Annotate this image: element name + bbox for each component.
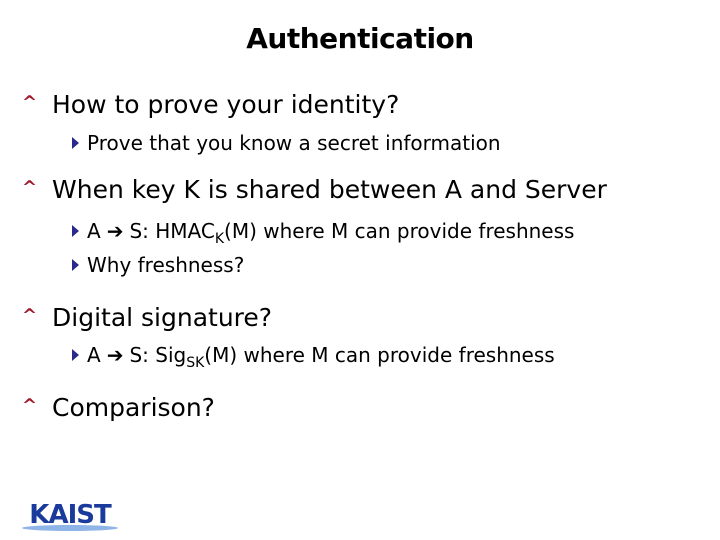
caret-bullet-icon: ^	[22, 305, 38, 326]
right-arrow-icon: ➔	[106, 343, 124, 367]
triangle-bullet-icon	[72, 259, 79, 271]
formula-subscript: K	[214, 231, 225, 247]
caret-bullet-icon: ^	[22, 177, 38, 198]
formula-suffix: (M) where M can provide freshness	[204, 343, 555, 367]
sub-bullet-text: Prove that you know a secret information	[87, 131, 501, 155]
formula-prefix: S: Sig	[129, 343, 187, 367]
sub-bullet-2-2: Why freshness?	[72, 253, 244, 277]
bullet-2: ^ When key K is shared between A and Serv…	[22, 175, 607, 204]
caret-bullet-icon: ^	[22, 395, 38, 416]
sub-bullet-1-1: Prove that you know a secret information	[72, 131, 501, 155]
bullet-3: ^ Digital signature?	[22, 303, 272, 332]
triangle-bullet-icon	[72, 225, 79, 237]
formula-suffix: (M) where M can provide freshness	[224, 219, 575, 243]
slide-title: Authentication	[246, 22, 474, 55]
sub-bullet-3-1: A ➔ S: SigSK(M) where M can provide freshn…	[72, 343, 555, 370]
kaist-logo: KAIST	[22, 500, 118, 531]
sub-bullet-text: Why freshness?	[87, 253, 245, 277]
triangle-bullet-icon	[72, 349, 79, 361]
formula-prefix: S: HMAC	[129, 219, 215, 243]
triangle-bullet-icon	[72, 137, 79, 149]
bullet-text: When key K is shared between A and Serve…	[52, 175, 607, 204]
bullet-text: How to prove your identity?	[52, 90, 400, 119]
sender: A	[87, 219, 101, 243]
right-arrow-icon: ➔	[106, 219, 124, 243]
bullet-4: ^ Comparison?	[22, 393, 215, 422]
sub-bullet-2-1: A ➔ S: HMACK(M) where M can provide freshn…	[72, 219, 575, 246]
bullet-1: ^ How to prove your identity?	[22, 90, 399, 119]
formula-subscript: SK	[186, 355, 205, 371]
caret-bullet-icon: ^	[22, 92, 38, 113]
bullet-text: Comparison?	[52, 393, 215, 422]
bullet-text: Digital signature?	[52, 303, 273, 332]
logo-text: KAIST	[29, 500, 112, 530]
sender: A	[87, 343, 101, 367]
